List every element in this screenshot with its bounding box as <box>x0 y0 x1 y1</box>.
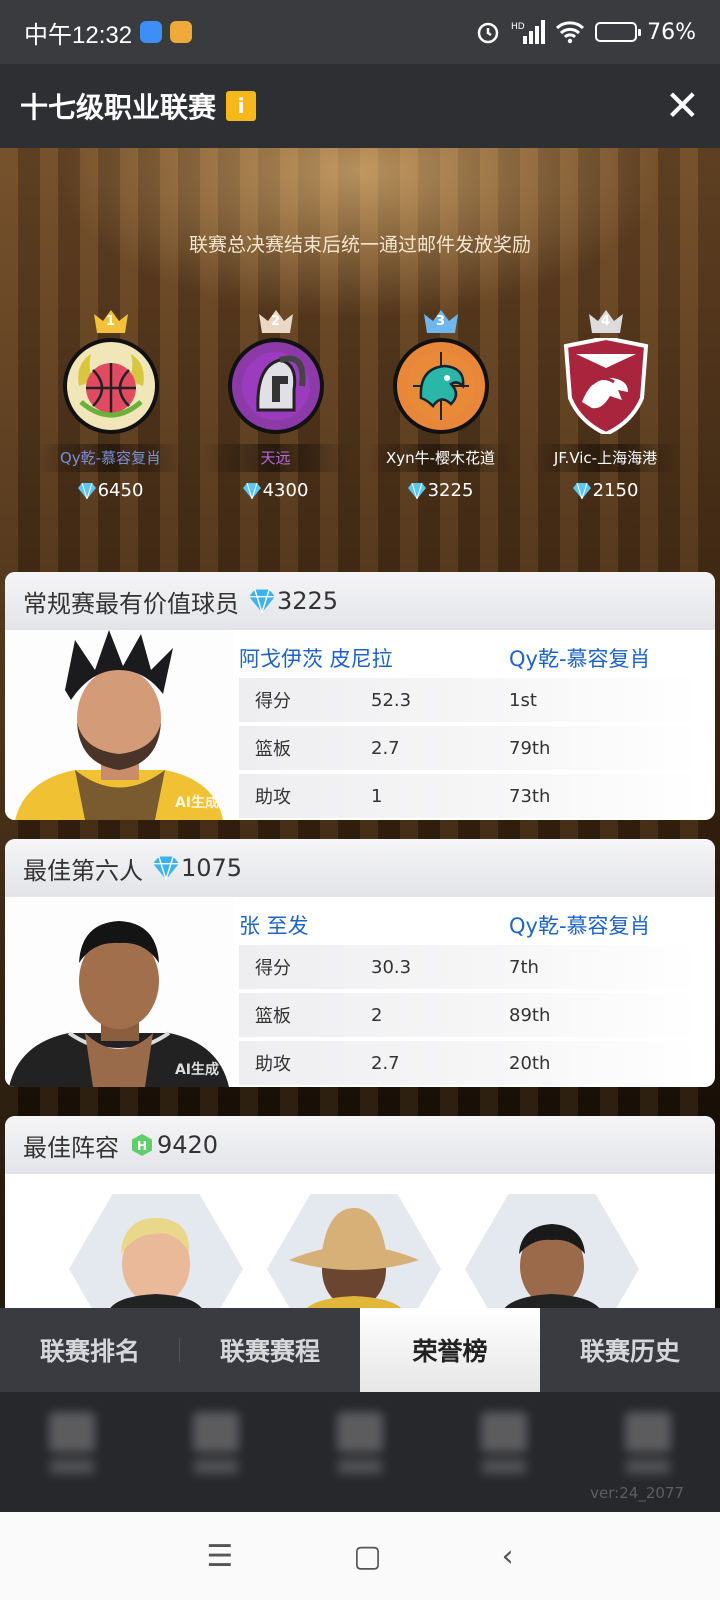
team-rank-2[interactable]: 2 天远 4300 <box>193 308 358 501</box>
award-title: 最佳第六人 <box>23 856 143 885</box>
card-header: 最佳阵容 H 9420 <box>5 1116 715 1174</box>
player-name[interactable]: 张 至发 <box>239 910 509 940</box>
award-title: 最佳阵容 <box>23 1133 119 1162</box>
title-bar: 十七级职业联赛 i ✕ <box>0 64 720 148</box>
team-points: 3225 <box>407 480 473 501</box>
back-icon[interactable]: ‹ <box>502 1539 514 1574</box>
player-team[interactable]: Qy乾-慕容复肖 <box>509 910 651 940</box>
team-name: Qy乾-慕容复肖 <box>36 444 185 472</box>
team-name: JF.Vic-上海海港 <box>531 444 680 472</box>
team-logo <box>62 338 159 434</box>
player-portrait: AI生成 <box>5 630 233 820</box>
blurred-game-nav: ver:24_2077 <box>0 1392 720 1512</box>
stat-row: 助攻 1 73th <box>239 774 701 818</box>
tab-league-schedule[interactable]: 联赛赛程 <box>180 1308 360 1392</box>
team-rank-1[interactable]: 1 Qy乾-慕容复肖 6450 <box>28 308 193 501</box>
stat-row: 篮板 2.7 79th <box>239 726 701 770</box>
team-rank-4[interactable]: 4 JF.Vic-上海海港 2150 <box>523 308 688 501</box>
tab-league-history[interactable]: 联赛历史 <box>540 1308 720 1392</box>
best-lineup-card[interactable]: 最佳阵容 H 9420 <box>5 1116 715 1308</box>
crown-icon: 2 <box>257 308 295 334</box>
ai-generated-tag: AI生成 <box>174 1062 219 1078</box>
team-rank-3[interactable]: 3 Xyn牛-樱木花道 3225 <box>358 308 523 501</box>
diamond-icon <box>153 856 179 880</box>
svg-text:HD: HD <box>511 22 525 32</box>
battery-icon <box>595 22 642 42</box>
page-title: 十七级职业联赛 <box>20 91 217 124</box>
diamond-icon <box>249 589 275 613</box>
lineup-players <box>5 1174 715 1308</box>
system-nav-bar: ☰ ▢ ‹ <box>0 1512 720 1600</box>
award-points: 3225 <box>277 587 339 615</box>
player-stats: 阿戈伊茨 皮尼拉 Qy乾-慕容复肖 得分 52.3 1st 篮板 2.7 79th 助攻 1… <box>233 630 715 820</box>
award-points: 9420 <box>157 1131 219 1159</box>
wifi-icon <box>556 21 585 44</box>
crown-icon: 3 <box>422 308 460 334</box>
status-time: 中午12:32 <box>24 21 133 49</box>
card-header: 最佳第六人 1075 <box>5 839 715 897</box>
team-points: 6450 <box>77 480 143 501</box>
top-teams: 1 Qy乾-慕容复肖 6450 2 天远 4300 3 Xyn牛-樱木花道 32… <box>0 308 720 501</box>
tab-honor-roll[interactable]: 荣誉榜 <box>360 1308 540 1392</box>
diamond-icon <box>77 482 96 499</box>
home-icon[interactable]: ▢ <box>353 1539 381 1574</box>
app-notification-icon <box>140 21 163 43</box>
stat-row: 篮板 2 89th <box>239 993 701 1037</box>
status-bar: 中午12:32 HD 76% <box>0 0 720 64</box>
honor-stage: 联赛总决赛结束后统一通过邮件发放奖励 1 Qy乾-慕容复肖 6450 2 天远 … <box>0 148 720 1308</box>
card-header: 常规赛最有价值球员 3225 <box>5 572 715 630</box>
close-button[interactable]: ✕ <box>665 85 700 127</box>
diamond-icon <box>572 482 591 499</box>
team-logo <box>392 338 489 434</box>
reward-notice: 联赛总决赛结束后统一通过邮件发放奖励 <box>188 234 531 256</box>
crown-icon: 1 <box>92 308 130 334</box>
stat-row: 得分 30.3 7th <box>239 945 701 989</box>
ai-generated-tag: AI生成 <box>174 795 219 811</box>
player-portrait: AI生成 <box>5 897 233 1087</box>
team-points: 2150 <box>572 480 638 501</box>
lineup-portraits <box>110 1208 600 1308</box>
tab-league-ranking[interactable]: 联赛排名 <box>0 1308 180 1392</box>
team-name: 天远 <box>201 444 350 472</box>
diamond-icon <box>242 482 261 499</box>
player-team[interactable]: Qy乾-慕容复肖 <box>509 643 651 673</box>
award-points: 1075 <box>181 854 243 882</box>
signal-icon: HD <box>511 20 546 44</box>
team-name: Xyn牛-樱木花道 <box>366 444 515 472</box>
stat-row: 助攻 2.7 20th <box>239 1041 701 1085</box>
team-logo <box>558 338 654 434</box>
hexagon-gem-icon: H <box>132 1134 152 1156</box>
alarm-icon <box>477 22 499 44</box>
award-title: 常规赛最有价值球员 <box>23 589 239 618</box>
mvp-card[interactable]: 常规赛最有价值球员 3225 AI生成 阿戈伊茨 皮尼拉 Qy乾-慕容复肖 得分 5… <box>5 572 715 820</box>
crown-icon: 4 <box>587 308 625 334</box>
svg-text:H: H <box>137 1139 147 1153</box>
menu-icon[interactable]: ☰ <box>206 1539 233 1574</box>
player-stats: 张 至发 Qy乾-慕容复肖 得分 30.3 7th 篮板 2 89th 助攻 2.7 20th <box>233 897 715 1087</box>
diamond-icon <box>407 482 426 499</box>
stat-row: 得分 52.3 1st <box>239 678 701 722</box>
info-button[interactable]: i <box>226 91 257 121</box>
app-notification-icon <box>170 21 193 43</box>
version-label: ver:24_2077 <box>590 1484 684 1502</box>
bottom-tabs: 联赛排名 联赛赛程 荣誉榜 联赛历史 <box>0 1308 720 1392</box>
team-logo <box>227 338 324 434</box>
battery-percent: 76% <box>647 19 696 45</box>
sixth-man-card[interactable]: 最佳第六人 1075 AI生成 张 至发 Qy乾-慕容复肖 得分 30.3 7th 篮… <box>5 839 715 1087</box>
player-name[interactable]: 阿戈伊茨 皮尼拉 <box>239 643 509 673</box>
team-points: 4300 <box>242 480 308 501</box>
